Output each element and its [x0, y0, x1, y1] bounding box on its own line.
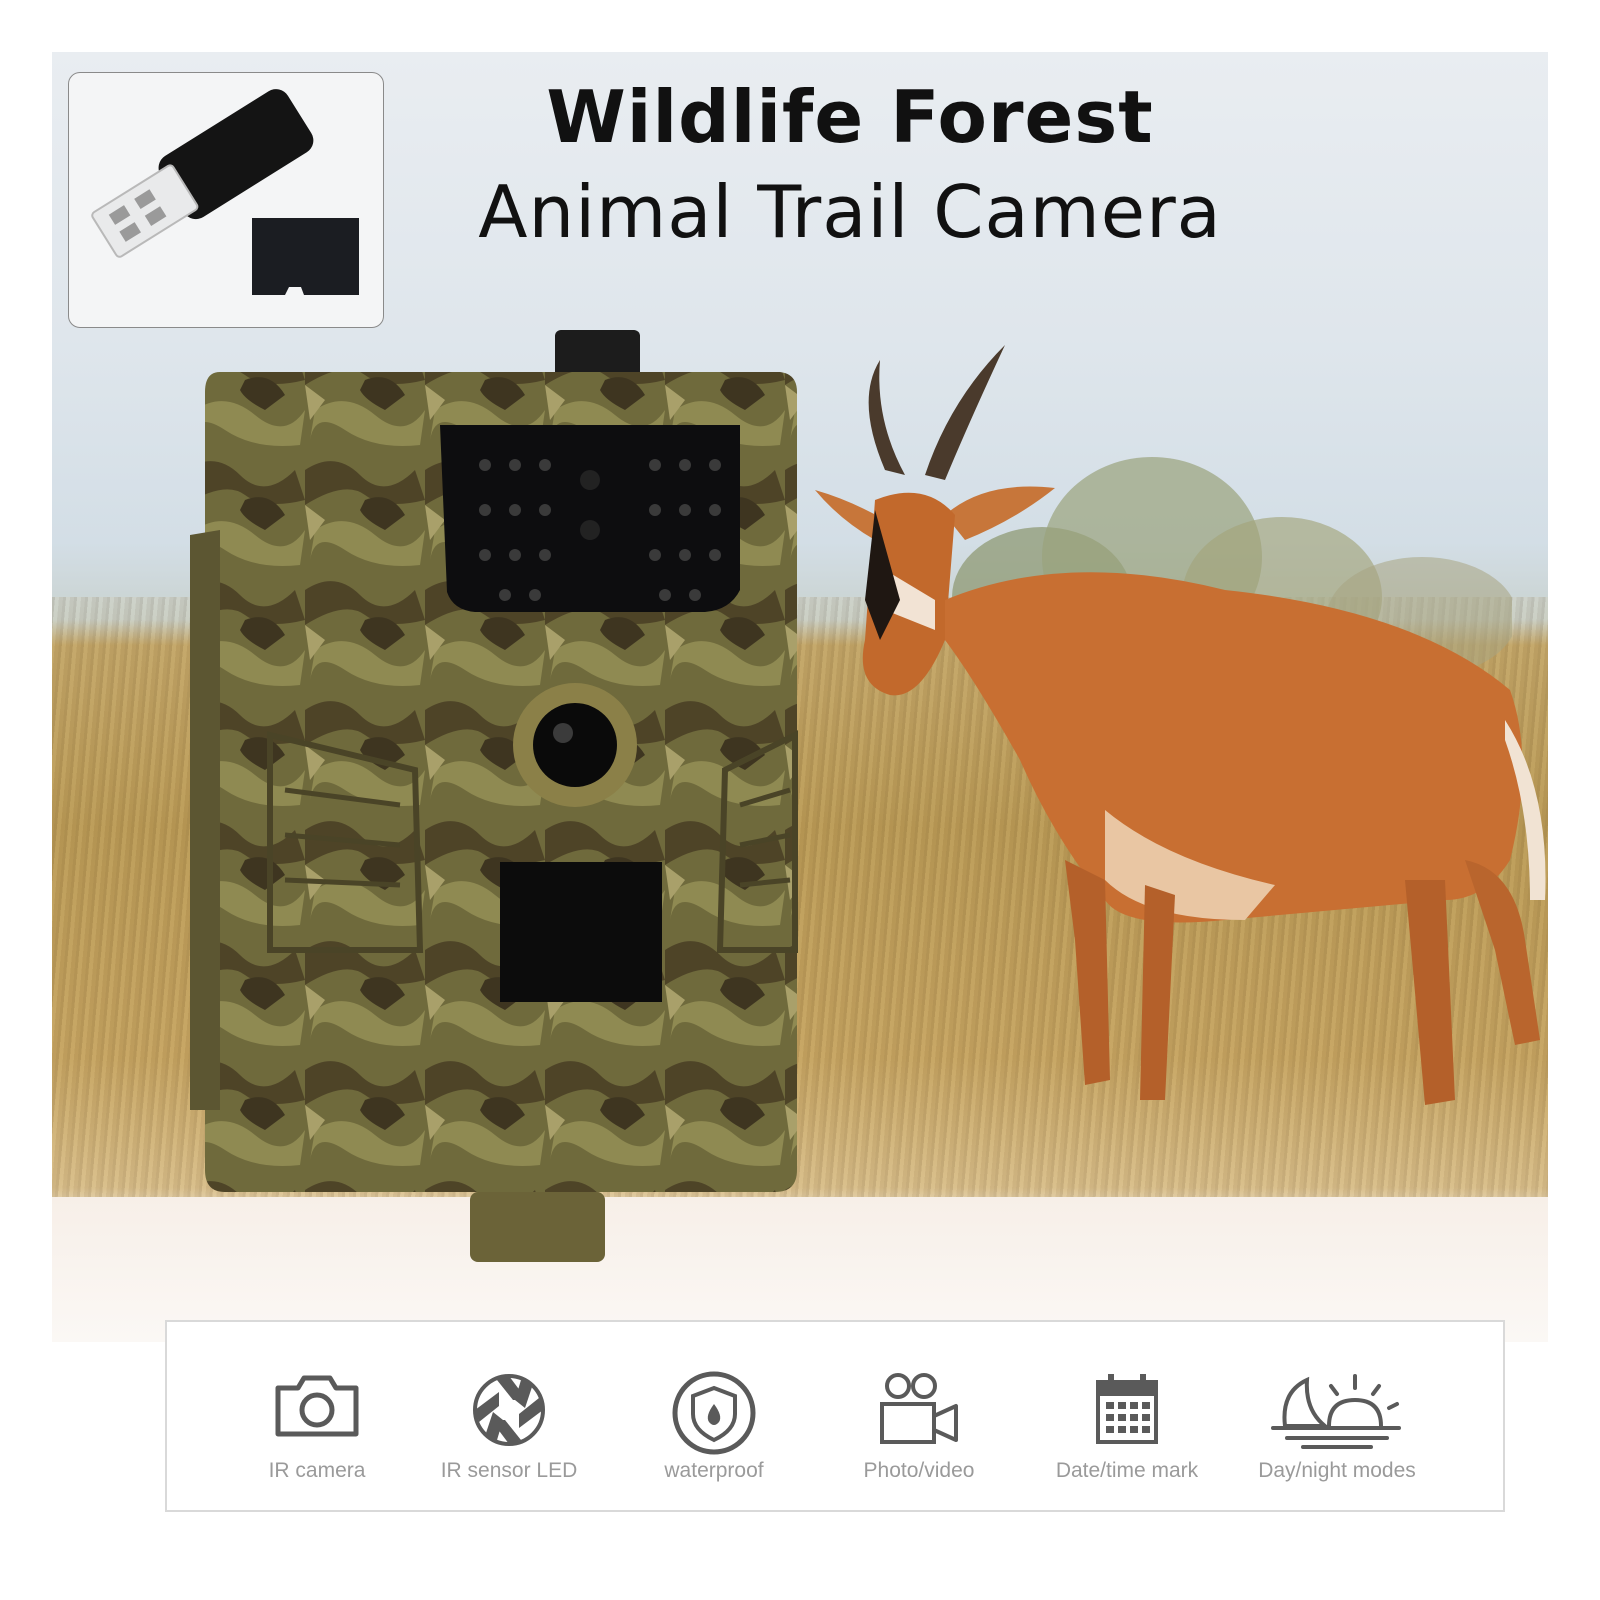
feature-label: Date/time mark	[1055, 1459, 1199, 1482]
camera-icon	[275, 1375, 359, 1437]
page-title: Wildlife Forest Animal Trail Camera	[400, 72, 1300, 262]
feature-ir-camera: IR camera	[207, 1322, 427, 1512]
title-line-1: Wildlife Forest	[546, 75, 1154, 159]
features-bar: IR camera IR sensor LED waterproof Photo…	[165, 1320, 1505, 1512]
feature-ir-sensor-led: IR sensor LED	[399, 1322, 619, 1512]
trail-camera-image	[190, 330, 798, 1262]
video-camera-icon	[880, 1373, 958, 1444]
feature-label: IR camera	[268, 1459, 366, 1482]
antelope-image	[815, 345, 1546, 1105]
feature-waterproof: waterproof	[604, 1322, 824, 1512]
day-night-icon	[1271, 1374, 1401, 1449]
micro-sd-card-icon	[252, 218, 359, 295]
feature-date-time-mark: Date/time mark	[1017, 1322, 1237, 1512]
shield-drop-icon	[672, 1371, 756, 1455]
title-line-2: Animal Trail Camera	[478, 170, 1222, 254]
feature-day-night-modes: Day/night modes	[1227, 1322, 1447, 1512]
feature-label: IR sensor LED	[440, 1459, 578, 1482]
feature-photo-video: Photo/video	[809, 1322, 1029, 1512]
aperture-icon	[473, 1374, 545, 1446]
calendar-icon	[1096, 1374, 1158, 1444]
accessories-box	[68, 72, 384, 328]
feature-label: Photo/video	[863, 1459, 975, 1482]
feature-label: waterproof	[664, 1459, 764, 1482]
feature-label: Day/night modes	[1258, 1459, 1416, 1482]
